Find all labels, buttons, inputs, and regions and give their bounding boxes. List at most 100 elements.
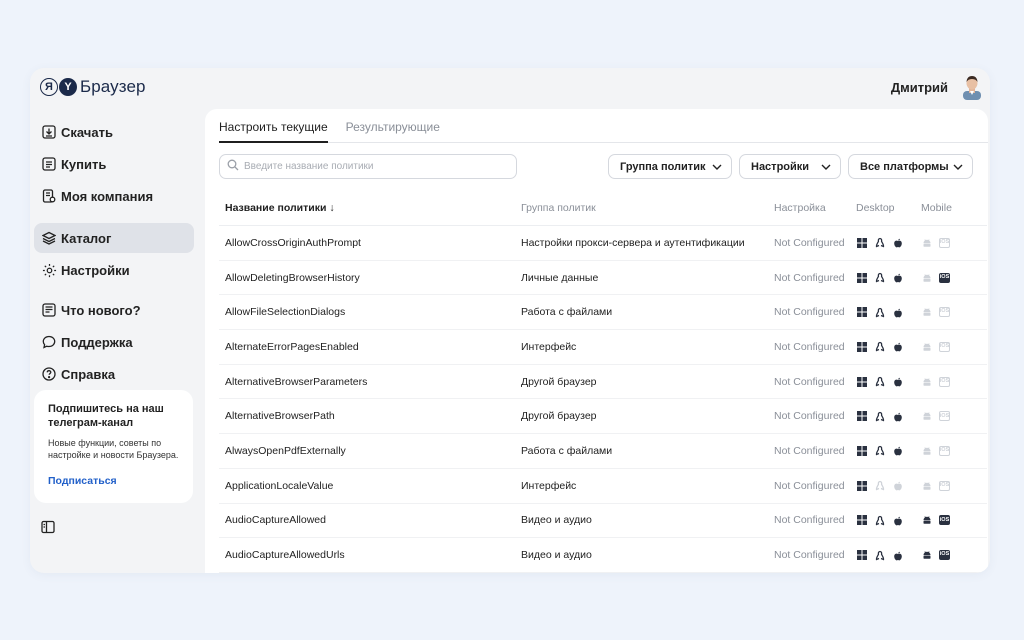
user-menu[interactable]: Дмитрий [891,74,984,100]
sidebar-item-whats-new[interactable]: Что нового? [34,295,194,325]
apple-icon [892,411,903,422]
header-desktop: Desktop [856,201,895,214]
policy-group-select[interactable]: Группа политик [608,154,732,179]
policy-name[interactable]: AllowFileSelectionDialogs [225,306,345,318]
tab-resulting[interactable]: Результирующие [346,109,440,142]
sidebar-item-label: Моя компания [61,188,154,204]
windows-icon [856,445,867,456]
linux-icon [874,550,885,561]
sidebar-item-settings[interactable]: Настройки [34,255,194,285]
policy-setting-status: Not Configured [774,514,845,527]
sidebar-item-catalog[interactable]: Каталог [34,223,194,253]
sidebar-item-company[interactable]: Моя компания [34,181,194,211]
policy-group: Работа с файлами [521,306,613,319]
policy-group-select-label: Группа политик [620,160,706,173]
help-icon [41,366,57,382]
policy-table: Название политики ↓ Группа политик Настр… [219,190,987,573]
subscribe-link[interactable]: Подписаться [48,475,179,487]
policy-group: Видео и аудио [521,514,592,527]
policy-group: Работа с файлами [521,444,613,457]
policy-group: Видео и аудио [521,549,592,562]
linux-icon [874,307,885,318]
mobile-platforms: iOS [921,445,950,456]
apple-icon [892,237,903,248]
policy-name[interactable]: AllowCrossOriginAuthPrompt [225,237,361,249]
header-policy-group: Группа политик [521,201,596,214]
windows-icon [856,307,867,318]
policy-name[interactable]: AlternativeBrowserPath [225,410,335,422]
tab-bar: Настроить текущие Результирующие [219,109,988,143]
table-header: Название политики ↓ Группа политик Настр… [219,190,987,226]
policy-name[interactable]: AudioCaptureAllowed [225,514,326,526]
mobile-platforms: iOS [921,272,950,283]
sort-arrow-icon: ↓ [329,201,335,214]
mobile-platforms: iOS [921,237,950,248]
desktop-platforms [856,272,903,283]
table-row[interactable]: AlternativeBrowserPath Другой браузер Not … [219,399,987,435]
policy-name[interactable]: AlternateErrorPagesEnabled [225,341,359,353]
policy-name[interactable]: AlwaysOpenPdfExternally [225,445,346,457]
sidebar-item-download[interactable]: Скачать [34,117,194,147]
windows-icon [856,237,867,248]
android-icon [921,480,932,491]
policy-setting-status: Not Configured [774,375,845,388]
policy-name[interactable]: ApplicationLocaleValue [225,480,333,492]
android-icon [921,237,932,248]
table-body: AllowCrossOriginAuthPrompt Настройки прок… [219,226,987,573]
table-row[interactable]: AlwaysOpenPdfExternally Работа с файлами N… [219,434,987,469]
linux-icon [874,237,885,248]
desktop-platforms [856,307,903,318]
policy-setting-status: Not Configured [774,444,845,457]
ios-icon: iOS [939,376,950,387]
tab-configure-current[interactable]: Настроить текущие [219,109,328,143]
telegram-promo-card: Подпишитесь на наш телеграм-канал Новые … [34,390,193,503]
policy-group: Настройки прокси-сервера и аутентификаци… [521,236,745,249]
android-icon [921,515,932,526]
table-row[interactable]: AlternativeBrowserParameters Другой брауз… [219,365,987,400]
policy-name[interactable]: AudioCaptureAllowedUrls [225,549,345,561]
header-policy-name[interactable]: Название политики ↓ [225,202,335,214]
table-row[interactable]: AllowFileSelectionDialogs Работа с файлам… [219,295,987,331]
windows-icon [856,480,867,491]
policy-setting-status: Not Configured [774,479,845,492]
apple-icon [892,272,903,283]
sidebar-item-support[interactable]: Поддержка [34,327,194,357]
sidebar-collapse-icon[interactable] [41,520,55,539]
apple-icon [892,445,903,456]
apple-icon [892,307,903,318]
ios-icon: iOS [939,480,950,491]
sidebar-item-buy[interactable]: Купить [34,149,194,179]
mobile-platforms: iOS [921,341,950,352]
desktop-platforms [856,445,903,456]
header-setting: Настройка [774,201,826,214]
avatar[interactable] [960,74,984,100]
search-field[interactable] [219,154,517,179]
search-input[interactable] [244,161,504,172]
table-row[interactable]: AudioCaptureAllowed Видео и аудио Not Conf… [219,504,987,539]
policy-group: Другой браузер [521,375,597,388]
platform-select[interactable]: Все платформы [848,154,973,179]
ios-icon: iOS [939,341,950,352]
ios-icon: iOS [939,272,950,283]
table-row[interactable]: AlternateErrorPagesEnabled Интерфейс Not C… [219,330,987,365]
table-row[interactable]: ApplicationLocaleValue Интерфейс Not Confi… [219,469,987,504]
logo-y-mark: Y [59,78,77,96]
linux-icon [874,480,885,491]
table-row[interactable]: AllowCrossOriginAuthPrompt Настройки прок… [219,226,987,261]
policy-name[interactable]: AlternativeBrowserParameters [225,376,367,388]
policy-name[interactable]: AllowDeletingBrowserHistory [225,272,360,284]
table-row[interactable]: AllowDeletingBrowserHistory Личные данные… [219,261,987,296]
chevron-down-icon [821,162,831,172]
desktop-platforms [856,376,903,387]
linux-icon [874,341,885,352]
settings-select[interactable]: Настройки [739,154,841,179]
linux-icon [874,515,885,526]
windows-icon [856,341,867,352]
linux-icon [874,445,885,456]
policy-group: Интерфейс [521,340,577,353]
sidebar-item-help[interactable]: Справка [34,359,194,389]
desktop-platforms [856,515,903,526]
yandex-browser-logo[interactable]: Я Y Браузер [40,77,146,97]
table-row[interactable]: AudioCaptureAllowedUrls Видео и аудио Not … [219,538,987,573]
chat-icon [41,334,57,350]
